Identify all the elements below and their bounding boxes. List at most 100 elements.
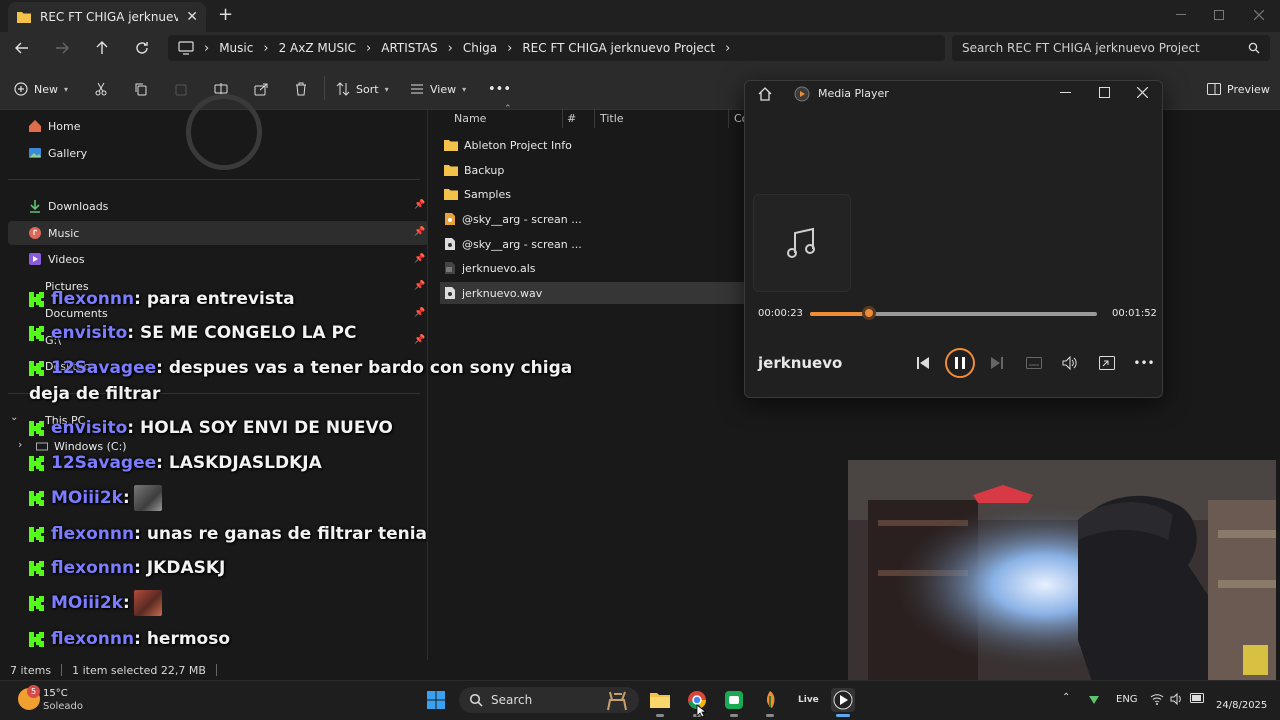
- pin-icon[interactable]: 📌: [414, 308, 425, 318]
- search-icon: [1248, 42, 1260, 54]
- list-item[interactable]: Backup: [444, 159, 504, 181]
- ableton-live-icon[interactable]: Live: [798, 695, 819, 705]
- divider: [324, 76, 325, 100]
- pin-icon[interactable]: 📌: [414, 335, 425, 345]
- maximize-icon[interactable]: [1200, 0, 1238, 30]
- search-placeholder: Search REC FT CHIGA jerknuevo Project: [962, 41, 1200, 55]
- previous-track-icon[interactable]: [914, 355, 932, 371]
- minimize-icon[interactable]: [1060, 92, 1071, 94]
- captions-icon[interactable]: [1025, 355, 1043, 371]
- windows-start-icon[interactable]: [424, 688, 448, 712]
- pin-icon[interactable]: 📌: [414, 281, 425, 291]
- chevron-up-icon[interactable]: ⌃: [1062, 692, 1070, 703]
- cut-icon[interactable]: [94, 78, 108, 100]
- network-icon[interactable]: [1088, 693, 1100, 705]
- breadcrumb-artistas[interactable]: ARTISTAS: [381, 41, 437, 55]
- list-item-selected[interactable]: jerknuevo.wav: [444, 282, 542, 304]
- delete-icon[interactable]: [294, 78, 308, 100]
- folder-icon: [444, 188, 458, 200]
- chat-emote-image: [133, 590, 162, 616]
- copy-icon[interactable]: [134, 78, 148, 100]
- home-icon[interactable]: [757, 86, 773, 102]
- view-button[interactable]: View ▾: [410, 78, 466, 100]
- chat-message: MOiii2k:: [28, 485, 162, 511]
- explorer-tab[interactable]: REC FT CHIGA jerknuevo Proje ✕: [8, 2, 206, 32]
- next-track-icon[interactable]: [988, 355, 1006, 371]
- chat-colon: :: [156, 358, 163, 378]
- list-item[interactable]: @sky__arg - screan ...: [444, 208, 582, 230]
- minimize-icon[interactable]: [1162, 0, 1200, 30]
- close-icon[interactable]: [1137, 87, 1148, 98]
- nav-item-videos[interactable]: Videos: [28, 248, 85, 270]
- breadcrumb-project[interactable]: REC FT CHIGA jerknuevo Project: [522, 41, 715, 55]
- breadcrumb-chiga[interactable]: Chiga: [463, 41, 497, 55]
- breadcrumb-axz-music[interactable]: 2 AxZ MUSIC: [279, 41, 356, 55]
- pin-icon[interactable]: 📌: [414, 227, 425, 237]
- share-icon[interactable]: [254, 78, 268, 100]
- nav-item-music[interactable]: Music: [28, 222, 79, 244]
- mini-player-icon[interactable]: [1098, 355, 1116, 371]
- preview-button[interactable]: Preview: [1207, 78, 1270, 100]
- new-tab-button[interactable]: +: [218, 4, 233, 25]
- fl-studio-icon[interactable]: [758, 688, 782, 712]
- file-explorer-icon[interactable]: [648, 688, 672, 712]
- taskbar-date[interactable]: 24/8/2025: [1216, 700, 1267, 711]
- back-arrow-icon[interactable]: [14, 40, 30, 56]
- maximize-icon[interactable]: [1099, 87, 1110, 98]
- nav-item-gallery[interactable]: Gallery: [28, 142, 87, 164]
- sort-button[interactable]: Sort ▾: [336, 78, 389, 100]
- list-item[interactable]: @sky__arg - screan ...: [444, 233, 582, 255]
- chevron-down-icon[interactable]: ⌄: [10, 412, 18, 423]
- kick-logo-icon: [28, 526, 45, 543]
- kick-logo-icon: [28, 560, 45, 577]
- weather-badge: 5: [27, 685, 40, 698]
- close-window-icon[interactable]: [1240, 0, 1278, 30]
- volume-icon[interactable]: [1061, 355, 1079, 371]
- media-player-logo-icon: [794, 86, 810, 102]
- ableton-file-icon: [444, 261, 456, 275]
- chat-message: 12Savagee: LASKDJASLDKJA: [28, 453, 322, 473]
- item-count: 7 items: [10, 663, 52, 677]
- wifi-icon[interactable]: [1150, 693, 1164, 705]
- nav-item-downloads[interactable]: Downloads: [28, 195, 108, 217]
- speaker-icon[interactable]: [1170, 693, 1184, 705]
- seek-bar[interactable]: [810, 312, 1097, 316]
- column-header-number[interactable]: #: [567, 112, 576, 125]
- pin-icon[interactable]: 📌: [414, 254, 425, 264]
- paste-icon[interactable]: [174, 78, 188, 100]
- list-item[interactable]: Ableton Project Info: [444, 134, 572, 156]
- forward-arrow-icon[interactable]: [54, 40, 70, 56]
- new-button[interactable]: New ▾: [14, 78, 68, 100]
- refresh-icon[interactable]: [134, 40, 150, 56]
- active-indicator: [836, 714, 850, 717]
- media-player-taskbar-icon[interactable]: [831, 688, 855, 712]
- app-green-icon[interactable]: [722, 688, 746, 712]
- column-header-title[interactable]: Title: [600, 112, 624, 125]
- running-indicator: [766, 714, 774, 717]
- kick-logo-icon: [28, 360, 45, 377]
- more-options-button[interactable]: •••: [488, 78, 511, 100]
- list-item[interactable]: jerknuevo.als: [444, 257, 536, 279]
- chevron-right-icon[interactable]: ›: [725, 41, 730, 56]
- chat-username: flexonnn: [51, 558, 135, 578]
- list-item[interactable]: Samples: [444, 183, 511, 205]
- running-indicator: [730, 714, 738, 717]
- pause-button[interactable]: [945, 348, 975, 378]
- nav-item-home[interactable]: Home: [28, 115, 80, 137]
- pin-icon[interactable]: 📌: [414, 200, 425, 210]
- column-header-name[interactable]: Name: [454, 112, 486, 130]
- seek-bar-fill: [810, 312, 869, 316]
- search-input[interactable]: Search REC FT CHIGA jerknuevo Project: [952, 35, 1270, 61]
- close-tab-icon[interactable]: ✕: [186, 9, 198, 25]
- up-arrow-icon[interactable]: [94, 40, 110, 56]
- battery-icon[interactable]: [1190, 693, 1206, 703]
- breadcrumb-music[interactable]: Music: [219, 41, 253, 55]
- divider: [8, 179, 420, 180]
- language-indicator[interactable]: ENG: [1116, 694, 1138, 705]
- chevron-right-icon[interactable]: ›: [18, 438, 22, 451]
- seek-handle[interactable]: [861, 306, 876, 320]
- search-highlight-deer-icon: [602, 688, 634, 712]
- breadcrumb[interactable]: › Music › 2 AxZ MUSIC › ARTISTAS › Chiga…: [168, 35, 945, 61]
- more-options-icon[interactable]: •••: [1133, 355, 1154, 371]
